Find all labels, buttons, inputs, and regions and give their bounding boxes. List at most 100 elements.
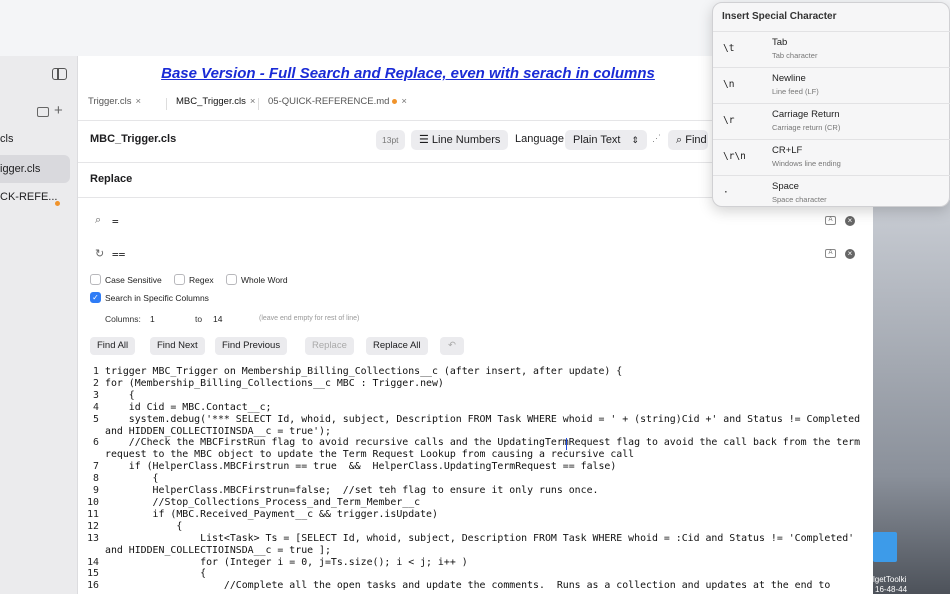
line-number: [78, 449, 105, 461]
close-icon[interactable]: ×: [250, 96, 256, 107]
replace-title: Replace: [90, 173, 133, 185]
find-all-button[interactable]: Find All: [90, 337, 136, 355]
unsaved-dot: [392, 98, 398, 104]
char-code: \t: [723, 43, 735, 54]
find-next-button[interactable]: Find Next: [150, 337, 205, 355]
code-text: system.debug('*** SELECT Id, whoid, subj…: [105, 413, 861, 425]
code-text: List<Task> Ts = [SELECT Id, whoid, subje…: [105, 532, 855, 544]
char-code: ·: [723, 187, 729, 198]
char-name: Space: [772, 181, 799, 192]
tab-divider: [166, 98, 167, 110]
search-input[interactable]: =: [112, 215, 119, 228]
folder-icon[interactable]: [873, 532, 897, 562]
code-line: 15 {: [78, 568, 873, 580]
tab-label: Trigger.cls: [88, 96, 132, 107]
page-banner: Base Version - Full Search and Replace, …: [161, 65, 655, 82]
search-icon: ⌕: [95, 214, 102, 226]
code-text: for (Integer i = 0, j=Ts.size(); i < j; …: [105, 556, 468, 568]
sidebar-item-trigger[interactable]: igger.cls: [0, 155, 70, 183]
whole-word-checkbox[interactable]: [226, 274, 237, 285]
replace-input[interactable]: ==: [112, 248, 125, 261]
line-number: 11: [87, 508, 99, 520]
line-number: 12: [87, 520, 99, 532]
special-char-row[interactable]: · Space Space character: [713, 175, 950, 207]
char-desc: Line feed (LF): [772, 87, 819, 96]
replace-button[interactable]: Replace: [305, 337, 354, 355]
popup-title: Insert Special Character: [722, 11, 837, 22]
code-editor[interactable]: 1 trigger MBC_Trigger on Membership_Billi…: [78, 366, 873, 594]
desktop-item-label: lgetToolki: [873, 575, 907, 584]
code-text: //Stop_Collections_Process_and_Term_Memb…: [105, 496, 421, 508]
sidebar-item-cls[interactable]: cls: [0, 125, 13, 153]
line-number: 5: [93, 413, 99, 425]
tab-trigger[interactable]: Trigger.cls ×: [88, 96, 141, 107]
line-number: 15: [87, 568, 99, 580]
tab-quick-reference[interactable]: 05-QUICK-REFERENCE.md ×: [268, 96, 407, 107]
regex-checkbox[interactable]: [174, 274, 185, 285]
search-columns-checkbox[interactable]: ✓: [90, 292, 101, 303]
special-char-icon[interactable]: A: [825, 249, 836, 258]
code-text: {: [105, 520, 183, 532]
case-sensitive-label: Case Sensitive: [105, 275, 162, 285]
font-size-badge[interactable]: 13pt: [376, 130, 405, 150]
code-line: 2 for (Membership_Billing_Collections__c …: [78, 378, 873, 390]
list-icon: ☰: [419, 134, 432, 146]
replace-all-button[interactable]: Replace All: [366, 337, 428, 355]
special-char-row[interactable]: \r\n CR+LF Windows line ending: [713, 139, 950, 175]
column-from-input[interactable]: 1: [150, 314, 155, 324]
line-numbers-button[interactable]: ☰ Line Numbers: [411, 130, 509, 150]
close-icon[interactable]: ×: [135, 96, 141, 107]
char-desc: Carriage return (CR): [772, 123, 841, 132]
code-text: trigger MBC_Trigger on Membership_Billin…: [105, 366, 623, 377]
code-text: id Cid = MBC.Contact__c;: [105, 401, 272, 413]
undo-icon[interactable]: ↶: [440, 337, 464, 355]
find-button[interactable]: ⌕ Find: [668, 130, 708, 150]
folder-open-icon[interactable]: [37, 107, 49, 117]
case-sensitive-checkbox[interactable]: [90, 274, 101, 285]
language-select[interactable]: Plain Text ⇕: [565, 130, 647, 150]
special-char-row[interactable]: \t Tab Tab character: [713, 31, 950, 67]
wand-icon[interactable]: ⋰: [652, 133, 661, 144]
line-number: 7: [93, 461, 99, 473]
code-line: request to the MBC object to update the …: [78, 449, 873, 461]
code-line: and HIDDEN_COLLECTIOINSDA__c = true');: [78, 426, 873, 438]
clear-replace-icon[interactable]: ×: [845, 249, 855, 259]
column-to-input[interactable]: 14: [213, 314, 222, 324]
special-char-icon[interactable]: A: [825, 216, 836, 225]
line-number: 8: [93, 473, 99, 485]
sidebar-item-quick-reference[interactable]: CK-REFE...: [0, 183, 57, 211]
line-number: 13: [87, 532, 99, 544]
search-columns-label: Search in Specific Columns: [105, 293, 209, 303]
code-text: if (MBC.Received_Payment__c && trigger.i…: [105, 508, 438, 520]
tab-mbc-trigger[interactable]: MBC_Trigger.cls ×: [176, 96, 255, 107]
char-desc: Space character: [772, 195, 827, 204]
code-text: request to the MBC object to update the …: [105, 449, 635, 461]
char-code: \r\n: [723, 151, 746, 162]
sidebar-toggle-icon[interactable]: [52, 68, 67, 80]
code-line: 9 HelperClass.MBCFirstrun=false; //set t…: [78, 485, 873, 497]
special-char-row[interactable]: \n Newline Line feed (LF): [713, 67, 950, 103]
code-text: HelperClass.MBCFirstrun=false; //set teh…: [105, 485, 599, 497]
special-char-row[interactable]: \r Carriage Return Carriage return (CR): [713, 103, 950, 139]
code-line: 14 for (Integer i = 0, j=Ts.size(); i < …: [78, 557, 873, 569]
language-label: Language: [515, 133, 564, 145]
code-text: {: [105, 473, 159, 485]
file-title: MBC_Trigger.cls: [90, 133, 177, 145]
code-text: {: [105, 568, 207, 580]
find-previous-button[interactable]: Find Previous: [215, 337, 288, 355]
char-name: CR+LF: [772, 145, 803, 156]
line-number: 4: [93, 401, 99, 413]
regex-label: Regex: [189, 275, 214, 285]
clear-search-icon[interactable]: ×: [845, 216, 855, 226]
desktop-item-sublabel: 16-48-44: [875, 585, 908, 594]
char-name: Tab: [772, 37, 788, 48]
line-number: 10: [87, 496, 99, 508]
to-label: to: [195, 314, 203, 324]
code-line: 5 system.debug('*** SELECT Id, whoid, su…: [78, 414, 873, 426]
text-cursor: [566, 438, 567, 450]
columns-label: Columns:: [105, 314, 141, 324]
special-character-popup: Insert Special Character \t Tab Tab char…: [712, 2, 950, 207]
add-file-icon[interactable]: +: [54, 102, 63, 119]
chevron-updown-icon: ⇕: [631, 135, 639, 145]
close-icon[interactable]: ×: [401, 96, 407, 107]
